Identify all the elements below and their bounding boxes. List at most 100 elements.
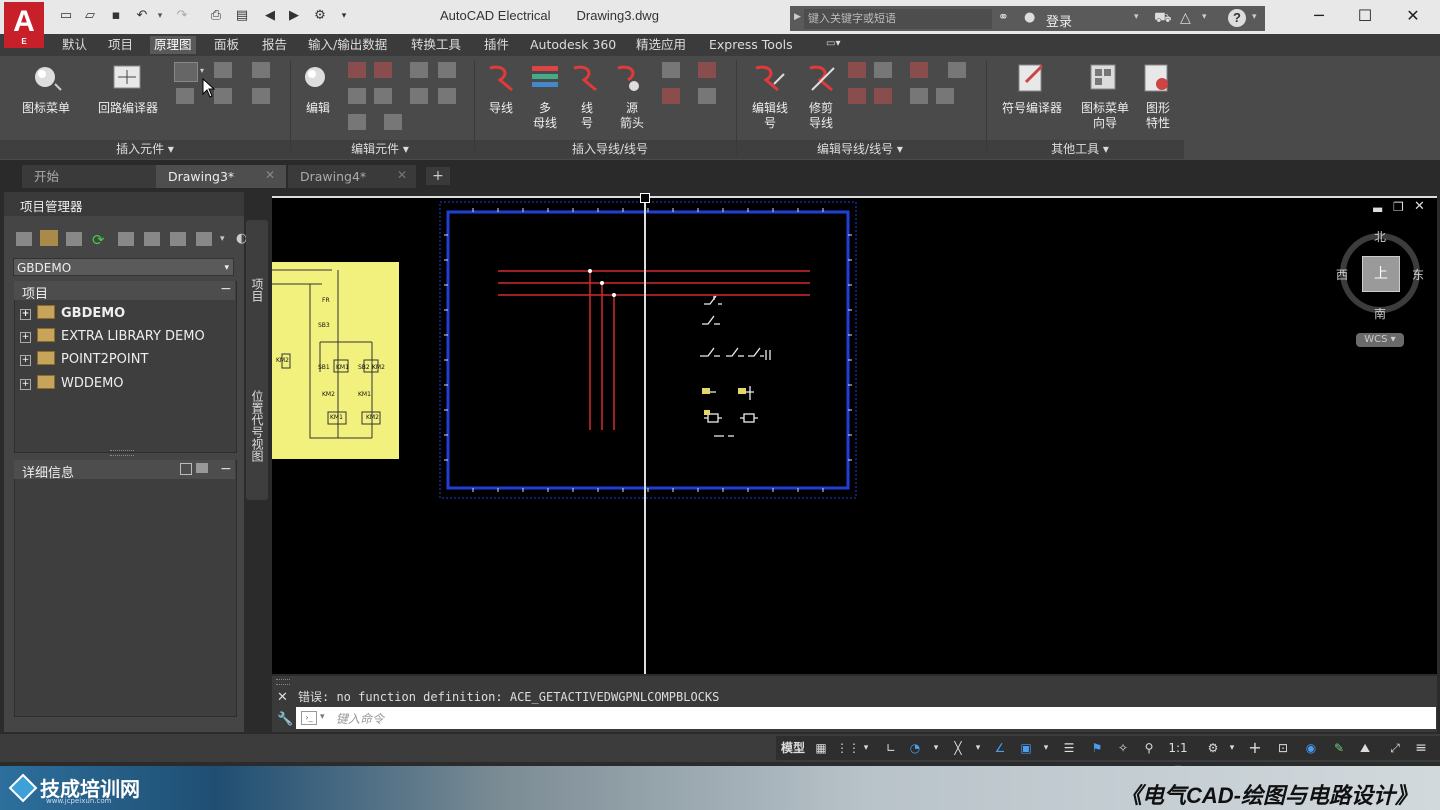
save-icon[interactable]: ▪ <box>108 9 124 23</box>
symbol-builder-label[interactable]: 符号编译器 <box>996 101 1068 116</box>
delete-wire-numbers-icon[interactable] <box>848 62 866 78</box>
close-window-button[interactable]: ✕ <box>1390 4 1436 28</box>
undo-icon[interactable]: ↶ <box>134 9 150 23</box>
close-command-icon[interactable]: ✕ <box>277 690 288 705</box>
tab-start[interactable]: 开始 <box>22 165 156 188</box>
viewcube-west[interactable]: 西 <box>1336 266 1348 283</box>
ladder-icon[interactable] <box>662 62 680 78</box>
collapse-details-icon[interactable]: − <box>220 461 232 477</box>
viewport-restore-icon[interactable]: ❐ <box>1393 200 1404 214</box>
back-icon[interactable]: ◀ <box>262 9 278 23</box>
viewport-minimize-icon[interactable]: ▬ <box>1372 202 1383 216</box>
tree-item-point2point[interactable]: + POINT2POINT <box>20 350 148 370</box>
icon-menu-label[interactable]: 图标菜单 <box>14 101 78 116</box>
workspace-dropdown-icon[interactable]: ▾ <box>1226 738 1238 758</box>
wire-number-icon[interactable] <box>570 62 602 94</box>
edit-label[interactable]: 编辑 <box>298 101 338 116</box>
insert-component-icon[interactable] <box>214 62 232 78</box>
application-menu-button[interactable]: AE <box>4 2 44 48</box>
drawing-list-icon[interactable] <box>170 232 186 246</box>
binoculars-icon[interactable]: ⚭ <box>998 10 1009 25</box>
copy-catalog-icon[interactable] <box>348 88 366 104</box>
expand-icon[interactable]: + <box>20 355 31 366</box>
workspace-switching-icon[interactable]: ⚙ <box>1202 738 1224 758</box>
forward-icon[interactable]: ▶ <box>286 9 302 23</box>
customize-command-icon[interactable]: 🔧 <box>277 712 293 727</box>
collapse-tree-icon[interactable]: − <box>220 281 232 297</box>
polar-dropdown-icon[interactable]: ▾ <box>930 738 942 758</box>
catalog-browser-icon[interactable] <box>214 88 232 104</box>
open-project-icon[interactable] <box>16 232 32 246</box>
expand-search-icon[interactable]: ▶ <box>794 12 801 22</box>
tab-reports[interactable]: 报告 <box>258 36 291 54</box>
command-grip[interactable] <box>276 679 290 685</box>
tab-autodesk-360[interactable]: Autodesk 360 <box>526 36 620 54</box>
sign-in-label[interactable]: 登录 <box>1046 11 1072 30</box>
close-tab-icon[interactable]: ✕ <box>265 168 275 182</box>
source-arrow-label[interactable]: 源箭头 <box>612 101 652 131</box>
new-file-icon[interactable]: ▭ <box>58 9 74 23</box>
multiple-bus-label[interactable]: 多母线 <box>530 101 560 131</box>
tab-featured-apps[interactable]: 精选应用 <box>632 36 690 54</box>
circuit-builder-icon[interactable] <box>112 64 142 92</box>
tab-conversion-tools[interactable]: 转换工具 <box>407 36 465 54</box>
insert-ladder-icon[interactable] <box>252 62 270 78</box>
tree-item-wddemo[interactable]: + WDDEMO <box>20 374 124 394</box>
undo-dropdown-icon[interactable]: ▾ <box>152 9 168 23</box>
cross-icon[interactable] <box>698 88 716 104</box>
tab-schematic[interactable]: 原理图 <box>150 36 196 54</box>
minimize-button[interactable]: ─ <box>1296 4 1342 28</box>
a360-dropdown-icon[interactable]: ▾ <box>1202 12 1207 22</box>
open-file-icon[interactable]: ▱ <box>82 9 98 23</box>
icon-menu-icon[interactable] <box>30 62 64 94</box>
command-input[interactable] <box>296 707 1436 729</box>
panel-insert-components[interactable]: 插入元件 ▾ <box>90 140 200 158</box>
lock-ui-icon[interactable]: ✎ <box>1328 738 1350 758</box>
folder-icon[interactable]: ▤ <box>234 9 250 23</box>
autodesk-a360-icon[interactable]: △ <box>1180 10 1191 26</box>
attribute-edit-icon[interactable] <box>438 88 456 104</box>
swap-wire-number-icon[interactable] <box>910 62 928 78</box>
insert-dropdown-icon[interactable]: ▾ <box>200 66 204 75</box>
graphic-properties-label[interactable]: 图形 特性 <box>1138 101 1178 131</box>
panel-edit-wires[interactable]: 编辑导线/线号 ▾ <box>790 140 930 158</box>
workspace-icon[interactable]: ⚙ <box>312 9 328 23</box>
multiple-insert-icon[interactable] <box>174 62 198 82</box>
customize-quick-access-icon[interactable]: ▾ <box>336 9 352 23</box>
viewport-close-icon[interactable]: ✕ <box>1414 199 1425 214</box>
icon-menu-wizard-label[interactable]: 图标菜单 向导 <box>1076 101 1134 131</box>
help-icon[interactable]: ? <box>1228 9 1246 27</box>
expand-icon[interactable]: + <box>20 309 31 320</box>
scoot-icon[interactable] <box>348 114 366 130</box>
snap-icon[interactable]: ⋮⋮ <box>836 738 860 758</box>
tab-project[interactable]: 项目 <box>104 36 137 54</box>
toggle-no-nc-icon[interactable] <box>374 88 392 104</box>
symbol-builder-icon[interactable] <box>1016 62 1048 94</box>
command-prompt-icon[interactable]: ›_ <box>301 711 317 725</box>
tree-item-extra-library-demo[interactable]: + EXTRA LIBRARY DEMO <box>20 327 205 347</box>
viewcube-east[interactable]: 东 <box>1412 266 1424 283</box>
more-tools-dropdown-icon[interactable]: ▾ <box>220 234 225 244</box>
side-tab-project[interactable]: 项目 <box>249 278 266 302</box>
isometric-dropdown-icon[interactable]: ▾ <box>972 738 984 758</box>
expand-icon[interactable]: + <box>20 379 31 390</box>
fullscreen-icon[interactable]: ⤢ <box>1384 738 1406 758</box>
object-snap-tracking-icon[interactable]: ∠ <box>990 738 1010 758</box>
help-dropdown-icon[interactable]: ▾ <box>1252 12 1257 22</box>
polar-tracking-icon[interactable]: ◔ <box>906 738 924 758</box>
move-component-icon[interactable] <box>374 62 392 78</box>
new-project-icon[interactable] <box>40 230 58 246</box>
quick-properties-icon[interactable]: ◉ <box>1300 738 1322 758</box>
circuit-builder-label[interactable]: 回路编译器 <box>88 101 168 116</box>
project-selector[interactable]: GBDEMO ▾ <box>13 258 234 276</box>
ribbon-display-toggle-icon[interactable]: ▭▾ <box>826 38 848 52</box>
edit-wire-number-label[interactable]: 编辑线号 <box>748 101 792 131</box>
wcs-menu[interactable]: WCS ▾ <box>1356 333 1404 347</box>
plot-icon[interactable]: ⎙ <box>208 9 224 23</box>
units-icon[interactable]: ⊡ <box>1272 738 1294 758</box>
flip-wire-number-icon[interactable] <box>874 88 892 104</box>
details-preview-icon[interactable] <box>180 463 192 475</box>
object-snap-icon[interactable]: ▣ <box>1016 738 1036 758</box>
isometric-icon[interactable]: ╳ <box>948 738 968 758</box>
edit-wire-number-icon[interactable] <box>752 62 786 94</box>
